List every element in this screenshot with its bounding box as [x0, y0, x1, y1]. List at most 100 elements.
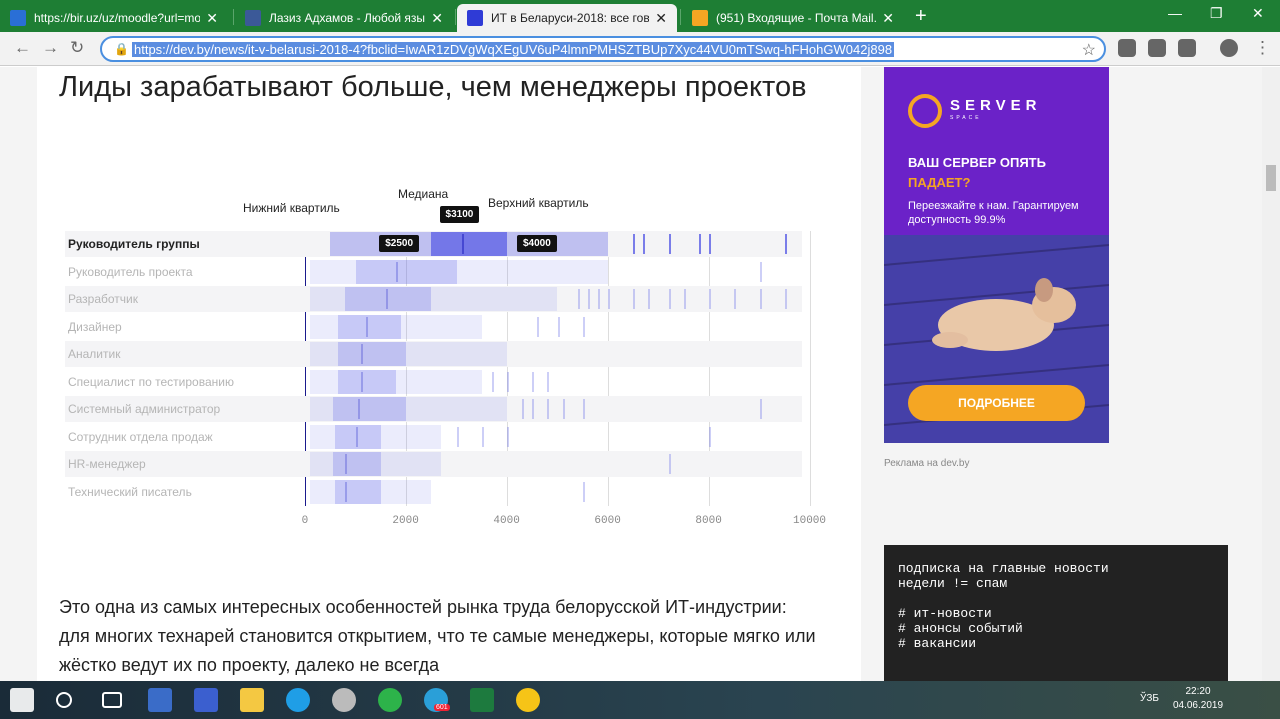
- terminal-line: # вакансии: [898, 636, 977, 651]
- outlier-mark: [547, 371, 550, 392]
- menu-icon[interactable]: ⋮: [1254, 38, 1271, 58]
- tab-close-icon[interactable]: ✕: [882, 10, 894, 27]
- row-label: Аналитик: [68, 347, 121, 361]
- outlier-mark: [537, 316, 540, 337]
- median-line: [360, 344, 363, 364]
- search-icon[interactable]: [56, 692, 72, 708]
- ad-title-accent: ПАДАЕТ?: [908, 175, 971, 190]
- box-iqr: [332, 397, 406, 421]
- forward-button[interactable]: →: [42, 38, 59, 58]
- outlier-mark: [562, 399, 565, 419]
- box-iqr: [332, 452, 381, 476]
- extension-chat-icon[interactable]: [1148, 39, 1166, 57]
- language-indicator[interactable]: ЎЗБ: [1140, 693, 1159, 704]
- windows-start-icon[interactable]: [10, 688, 34, 712]
- outlier-mark: [456, 426, 459, 447]
- tab-close-icon[interactable]: ✕: [431, 10, 443, 27]
- tab-3[interactable]: (951) Входящие - Почта Mail.Ru ✕: [682, 4, 904, 32]
- beeline-icon[interactable]: [516, 688, 540, 712]
- internet-explorer-icon[interactable]: [286, 688, 310, 712]
- tab-bar: https://bir.uz/uz/moodle?url=mo ✕ Лазиз Ад…: [0, 0, 1280, 32]
- outlier-mark: [668, 454, 671, 474]
- row-label: HR-менеджер: [68, 457, 146, 471]
- box-iqr: [337, 314, 401, 339]
- paint-icon[interactable]: [332, 688, 356, 712]
- ad-title: ВАШ СЕРВЕР ОПЯТЬ: [908, 155, 1046, 170]
- tab-title: ИТ в Беларуси-2018: все говоря: [491, 11, 650, 25]
- maximize-icon[interactable]: ❐: [1210, 5, 1223, 22]
- tab-close-icon[interactable]: ✕: [206, 10, 218, 27]
- save-disk-icon[interactable]: [194, 688, 218, 712]
- outlier-mark: [557, 316, 560, 337]
- system-clock[interactable]: 22:20 04.06.2019: [1170, 685, 1226, 713]
- url-text[interactable]: https://dev.by/news/it-v-belarusi-2018-4…: [132, 42, 895, 57]
- outlier-mark: [532, 399, 535, 419]
- scrollbar[interactable]: [1262, 67, 1280, 681]
- row-label: Сотрудник отдела продаж: [68, 429, 213, 444]
- tab-title: (951) Входящие - Почта Mail.Ru: [716, 11, 877, 25]
- close-icon[interactable]: ✕: [1252, 5, 1264, 22]
- tab-1[interactable]: Лазиз Адхамов - Любой язык пр ✕: [235, 4, 453, 32]
- ad-brand-sub: SPACE: [950, 115, 982, 121]
- extension-icon[interactable]: [1118, 39, 1136, 57]
- median-line: [355, 426, 358, 447]
- tab-2[interactable]: ИТ в Беларуси-2018: все говоря ✕: [457, 4, 677, 32]
- chrome-icon[interactable]: [378, 688, 402, 712]
- network-app-icon[interactable]: [148, 688, 172, 712]
- tab-favicon-icon: [10, 10, 26, 26]
- lock-icon: 🔒: [114, 42, 129, 56]
- row-label: Системный администратор: [68, 402, 221, 416]
- row-label: Специалист по тестированию: [68, 374, 234, 389]
- tab-title: https://bir.uz/uz/moodle?url=mo: [34, 11, 201, 25]
- ad-banner[interactable]: SERVER SPACE ВАШ СЕРВЕР ОПЯТЬ ПАДАЕТ? Пе…: [884, 67, 1109, 443]
- outlier-mark: [532, 371, 535, 392]
- shield-icon[interactable]: [1178, 39, 1196, 57]
- row-label: Руководитель проекта: [68, 264, 193, 279]
- box-iqr: [337, 369, 396, 394]
- x-tick-label: 4000: [493, 515, 520, 527]
- clock-time: 22:20: [1185, 686, 1211, 697]
- server-logo-icon: [908, 94, 942, 128]
- new-tab-button[interactable]: +: [915, 5, 927, 28]
- file-explorer-icon[interactable]: [240, 688, 264, 712]
- task-view-icon[interactable]: [102, 692, 122, 708]
- telegram-icon[interactable]: 601: [424, 688, 450, 712]
- excel-icon[interactable]: [470, 688, 494, 712]
- clock-date: 04.06.2019: [1172, 700, 1224, 711]
- outlier-mark: [491, 371, 494, 392]
- terminal-line: # анонсы событий: [898, 621, 1023, 636]
- median-value-label: $3100: [439, 206, 480, 223]
- back-button[interactable]: ←: [14, 38, 31, 58]
- terminal-line: # ит-новости: [898, 606, 992, 621]
- outlier-mark: [734, 289, 737, 309]
- newsletter-terminal[interactable]: подписка на главные новости недели != спа…: [884, 545, 1228, 681]
- scrollbar-thumb[interactable]: [1266, 165, 1276, 191]
- tab-close-icon[interactable]: ✕: [655, 10, 667, 27]
- header-label-upper: Верхний квартиль: [488, 196, 589, 210]
- outlier-mark: [668, 234, 671, 254]
- outlier-mark: [683, 289, 686, 309]
- x-tick-label: 10000: [793, 515, 827, 527]
- row-label: Дизайнер: [68, 319, 122, 334]
- minimize-icon[interactable]: —: [1168, 5, 1182, 21]
- address-bar[interactable]: 🔒 https://dev.by/news/it-v-belarusi-2018…: [100, 36, 1106, 62]
- reload-button[interactable]: ↻: [70, 38, 84, 58]
- terminal-line: недели != спам: [898, 576, 1008, 591]
- tab-0[interactable]: https://bir.uz/uz/moodle?url=mo ✕: [0, 4, 228, 32]
- box-iqr: [355, 259, 457, 284]
- profile-avatar-icon[interactable]: [1220, 39, 1238, 57]
- row-label: Разработчик: [68, 292, 138, 306]
- box-iqr: [335, 424, 381, 449]
- bookmark-star-icon[interactable]: ☆: [1082, 40, 1096, 60]
- windows-taskbar: 601 ЎЗБ 22:20 04.06.2019: [0, 681, 1280, 719]
- outlier-mark: [784, 234, 787, 254]
- outlier-mark: [481, 426, 484, 447]
- ad-more-button[interactable]: ПОДРОБНЕЕ: [908, 385, 1085, 421]
- median-line: [358, 399, 361, 419]
- x-tick-label: 8000: [695, 515, 722, 527]
- tab-separator: [680, 9, 681, 25]
- outlier-mark: [522, 399, 525, 419]
- outlier-mark: [759, 261, 762, 282]
- outlier-mark: [507, 371, 509, 392]
